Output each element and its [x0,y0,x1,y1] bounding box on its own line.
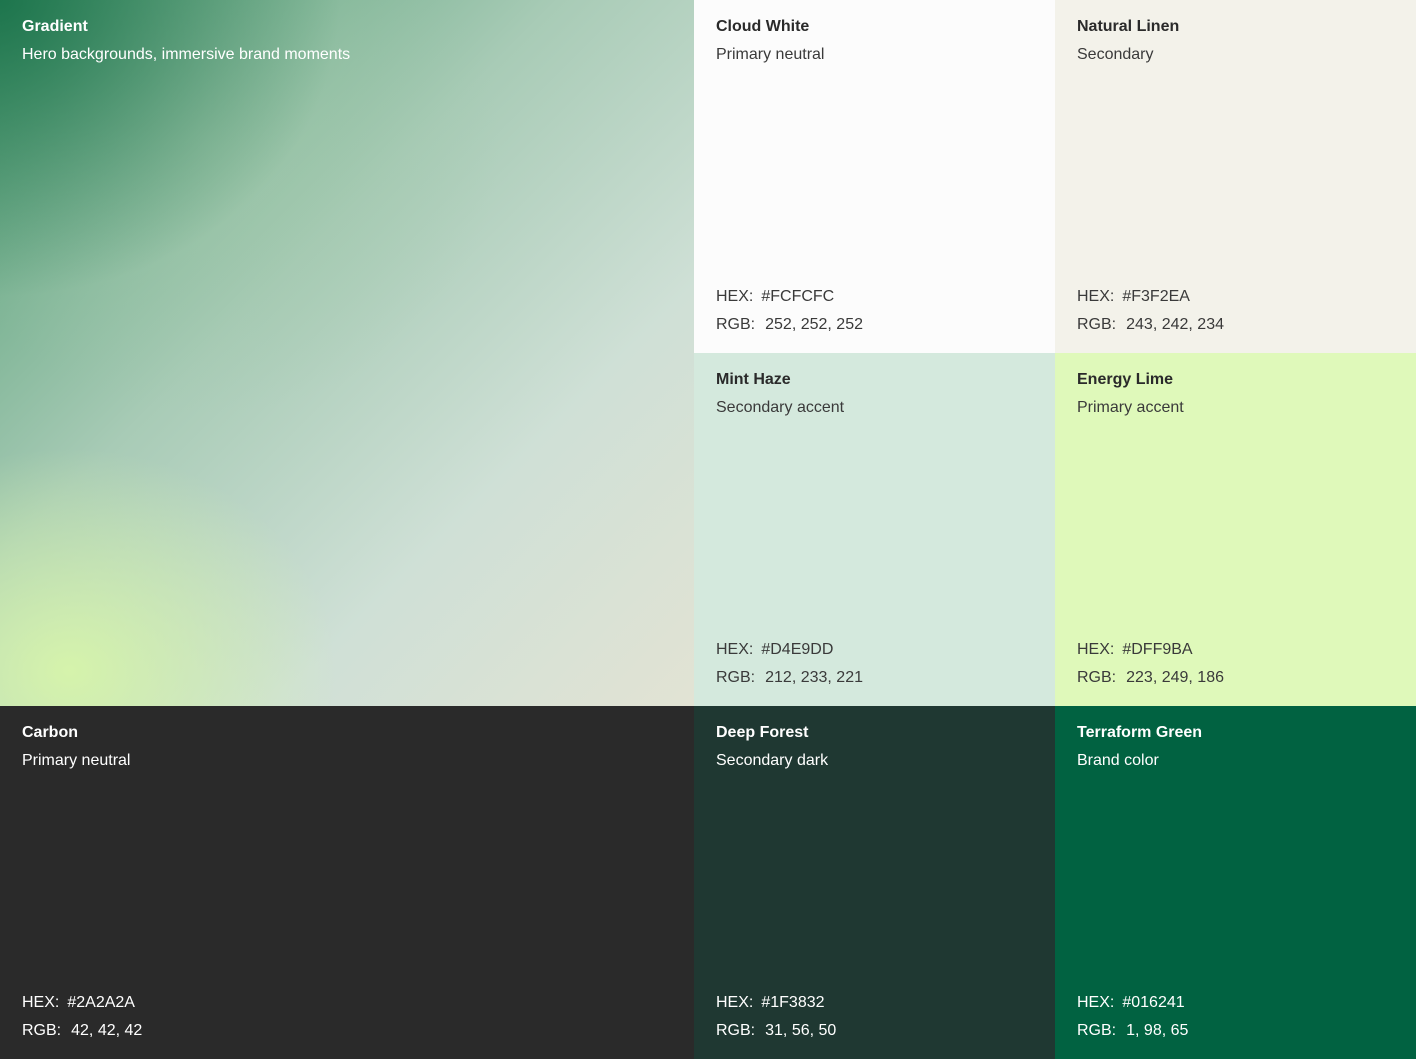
rgb-value: 212, 233, 221 [765,669,863,686]
rgb-value: 1, 98, 65 [1126,1022,1189,1039]
swatch-role: Hero backgrounds, immersive brand moment… [22,46,351,63]
hex-value: #F3F2EA [1122,288,1190,305]
swatch-role: Secondary dark [716,752,829,769]
rgb-label: RGB: [1077,669,1117,686]
hex-label: HEX: [22,994,60,1011]
rgb-label: RGB: [22,1022,62,1039]
swatch-name: Deep Forest [716,724,809,741]
energy-lime-swatch: Energy Lime Primary accent HEX: #DFF9BA R… [1055,353,1416,706]
swatch-name: Carbon [22,724,78,741]
hex-label: HEX: [1077,641,1115,658]
swatch-name: Cloud White [716,18,810,35]
swatch-role: Primary accent [1077,399,1184,416]
color-palette: Gradient Hero backgrounds, immersive bra… [0,0,1416,1059]
rgb-value: 252, 252, 252 [765,316,863,333]
gradient-swatch: Gradient Hero backgrounds, immersive bra… [0,0,694,706]
hex-label: HEX: [716,288,754,305]
swatch-name: Gradient [22,18,88,35]
swatch-name: Mint Haze [716,371,791,388]
swatch-role: Primary neutral [22,752,131,769]
terraform-green-swatch: Terraform Green Brand color HEX: #016241 … [1055,706,1416,1059]
hex-value: #DFF9BA [1122,641,1193,658]
swatch-specs: HEX: #016241 RGB: 1, 98, 65 [1077,993,1188,1041]
hex-label: HEX: [716,641,754,658]
swatch-specs: HEX: #FCFCFC RGB: 252, 252, 252 [716,287,863,335]
rgb-label: RGB: [716,669,756,686]
swatch-specs: HEX: #DFF9BA RGB: 223, 249, 186 [1077,640,1224,688]
hex-value: #FCFCFC [761,288,835,305]
swatch-role: Brand color [1077,752,1159,769]
hex-label: HEX: [1077,994,1115,1011]
swatch-specs: HEX: #2A2A2A RGB: 42, 42, 42 [22,993,142,1041]
swatch-name: Terraform Green [1077,724,1203,741]
rgb-value: 243, 242, 234 [1126,316,1224,333]
mint-haze-swatch: Mint Haze Secondary accent HEX: #D4E9DD R… [694,353,1055,706]
swatch-name: Natural Linen [1077,18,1180,35]
natural-linen-swatch: Natural Linen Secondary HEX: #F3F2EA RGB:… [1055,0,1416,353]
hex-value: #1F3832 [761,994,825,1011]
swatch-role: Secondary [1077,46,1154,63]
hex-value: #D4E9DD [761,641,834,658]
swatch-role: Secondary accent [716,399,845,416]
deep-forest-swatch: Deep Forest Secondary dark HEX: #1F3832 R… [694,706,1055,1059]
hex-label: HEX: [1077,288,1115,305]
rgb-label: RGB: [1077,1022,1117,1039]
cloud-white-swatch: Cloud White Primary neutral HEX: #FCFCFC … [694,0,1055,353]
rgb-value: 31, 56, 50 [765,1022,837,1039]
swatch-role: Primary neutral [716,46,825,63]
hex-value: #2A2A2A [67,994,135,1011]
swatch-name: Energy Lime [1077,371,1174,388]
rgb-label: RGB: [716,316,756,333]
rgb-value: 42, 42, 42 [71,1022,143,1039]
swatch-specs: HEX: #1F3832 RGB: 31, 56, 50 [716,993,836,1041]
rgb-label: RGB: [1077,316,1117,333]
hex-label: HEX: [716,994,754,1011]
carbon-swatch: Carbon Primary neutral HEX: #2A2A2A RGB: 4… [0,706,694,1059]
swatch-specs: HEX: #F3F2EA RGB: 243, 242, 234 [1077,287,1224,335]
swatch-specs: HEX: #D4E9DD RGB: 212, 233, 221 [716,640,863,688]
rgb-value: 223, 249, 186 [1126,669,1224,686]
hex-value: #016241 [1122,994,1185,1011]
rgb-label: RGB: [716,1022,756,1039]
